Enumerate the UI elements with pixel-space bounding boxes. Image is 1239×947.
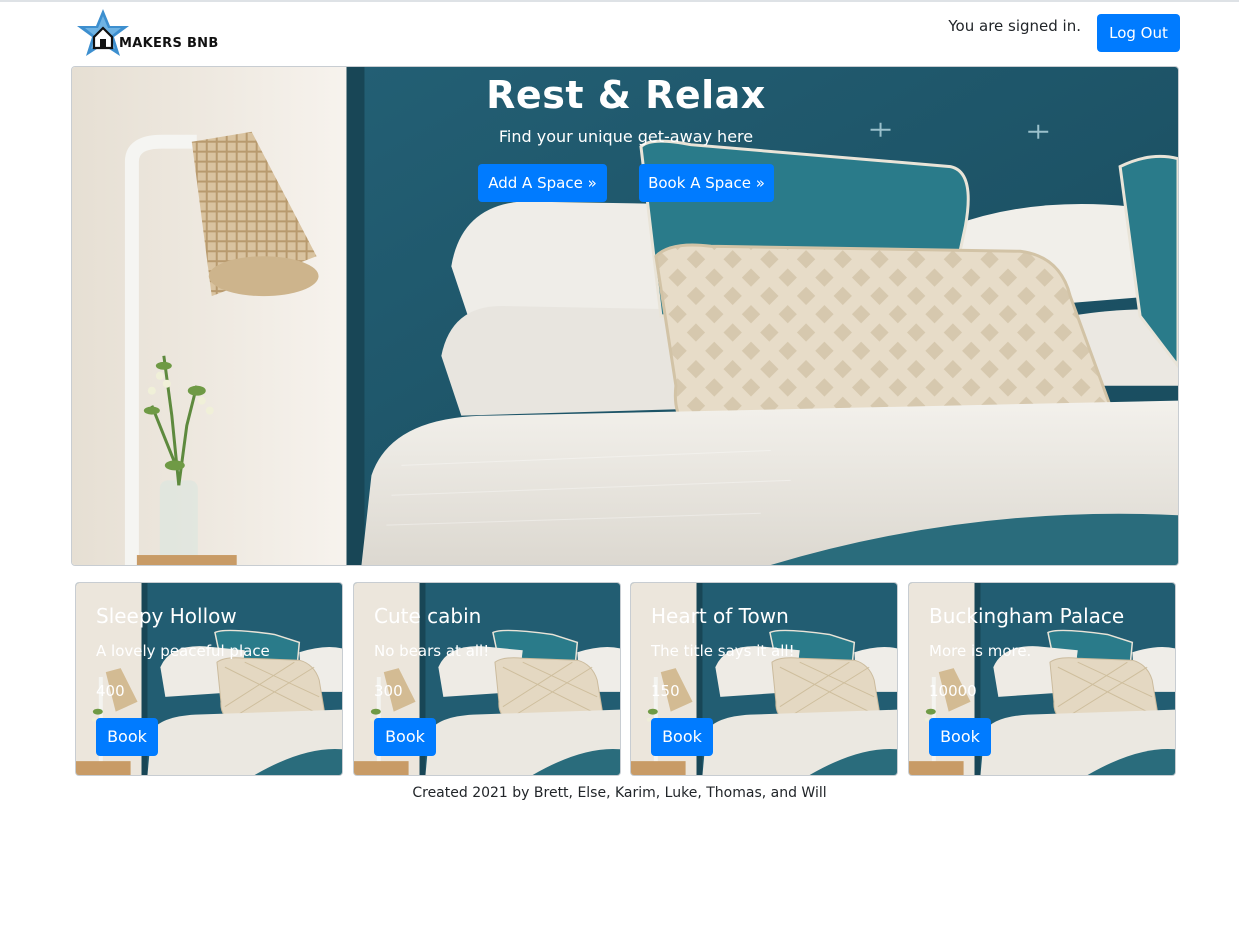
space-card: Cute cabin No bears at all! 300 Book: [353, 582, 621, 776]
space-price: 400: [96, 682, 125, 700]
footer-credits: Created 2021 by Brett, Else, Karim, Luke…: [412, 785, 827, 801]
book-button[interactable]: Book: [374, 718, 436, 756]
book-button[interactable]: Book: [96, 718, 158, 756]
space-card: Heart of Town The title says it all! 150…: [630, 582, 898, 776]
space-description: More is more.: [929, 642, 1032, 660]
hero-banner: Rest & Relax Find your unique get-away h…: [71, 66, 1179, 566]
space-card: Buckingham Palace More is more. 10000 Bo…: [908, 582, 1176, 776]
space-name: Heart of Town: [651, 604, 789, 628]
logout-button[interactable]: Log Out: [1097, 14, 1180, 52]
space-name: Sleepy Hollow: [96, 604, 237, 628]
space-name: Buckingham Palace: [929, 604, 1125, 628]
book-button[interactable]: Book: [929, 718, 991, 756]
space-description: No bears at all!: [374, 642, 490, 660]
space-card: Sleepy Hollow A lovely peaceful place 40…: [75, 582, 343, 776]
hero-subtitle: Find your unique get-away here: [498, 127, 754, 146]
space-description: A lovely peaceful place: [96, 642, 270, 660]
space-price: 10000: [929, 682, 977, 700]
space-description: The title says it all!: [651, 642, 795, 660]
add-space-button[interactable]: Add A Space »: [478, 164, 607, 202]
book-space-button[interactable]: Book A Space »: [639, 164, 774, 202]
space-price: 300: [374, 682, 403, 700]
space-price: 150: [651, 682, 680, 700]
brand-logo[interactable]: MAKERS BNB: [75, 8, 225, 62]
top-border: [0, 0, 1239, 2]
logo-text: MAKERS BNB: [119, 36, 219, 51]
hero-title: Rest & Relax: [486, 73, 766, 117]
star-house-icon: [77, 9, 129, 56]
signed-in-status: You are signed in.: [948, 17, 1081, 35]
space-name: Cute cabin: [374, 604, 482, 628]
book-button[interactable]: Book: [651, 718, 713, 756]
